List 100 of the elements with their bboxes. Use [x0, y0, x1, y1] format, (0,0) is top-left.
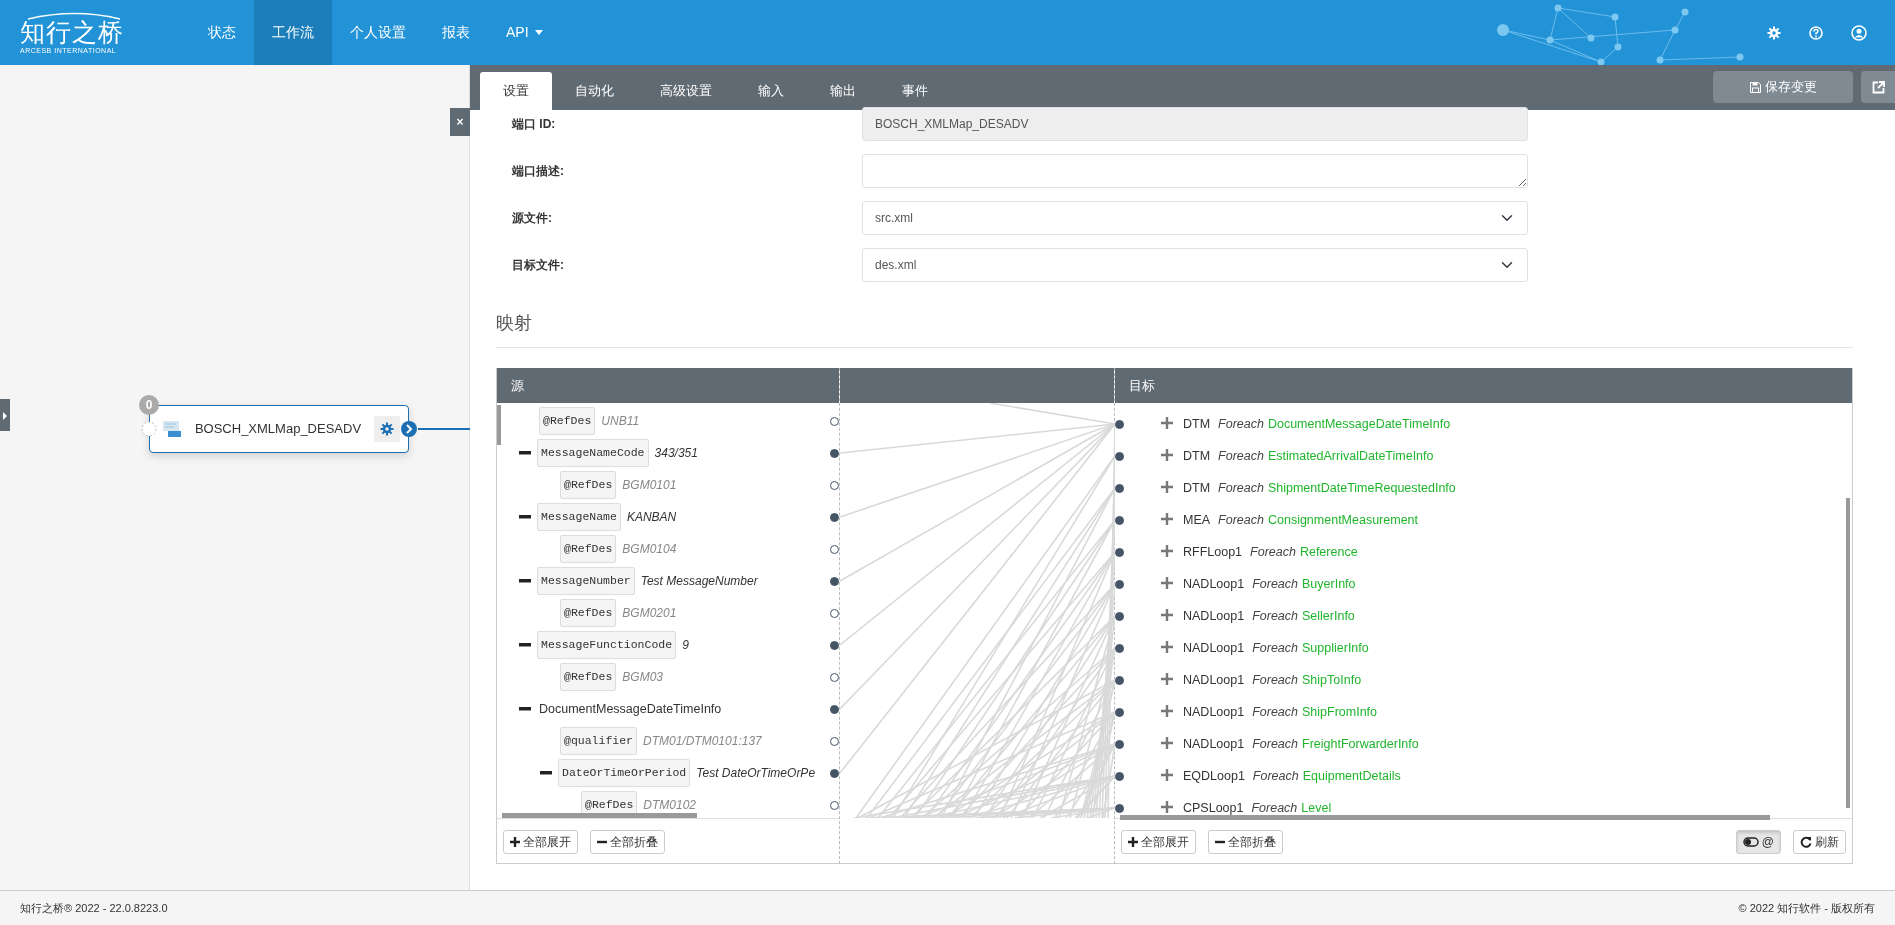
- text-field[interactable]: BOSCH_XMLMap_DESADV: [862, 106, 1528, 141]
- nav-item[interactable]: 工作流: [254, 0, 332, 65]
- nav-item[interactable]: 个人设置: [332, 0, 424, 65]
- footer-copyright: © 2022 知行软件 - 版权所有: [1738, 900, 1875, 916]
- connector-dot[interactable]: [830, 672, 839, 682]
- connector-dot[interactable]: [830, 736, 839, 746]
- connector-dot[interactable]: [1115, 643, 1124, 653]
- expand-icon[interactable]: [1161, 801, 1175, 815]
- expand-icon[interactable]: [1161, 577, 1175, 591]
- element-name: DocumentMessageDateTimeInfo: [539, 700, 722, 718]
- expand-icon[interactable]: [1161, 481, 1175, 495]
- connector-dot[interactable]: [830, 512, 839, 522]
- attribute-tag: @RefDes: [560, 535, 617, 563]
- connector-dot[interactable]: [1115, 707, 1124, 717]
- source-link[interactable]: Level: [1301, 798, 1332, 818]
- connector-dot[interactable]: [1115, 419, 1124, 429]
- plus-icon: [1128, 836, 1138, 847]
- connector-dot[interactable]: [830, 768, 839, 778]
- scrollbar-thumb[interactable]: [1846, 498, 1850, 808]
- element-name: NADLoop1: [1183, 639, 1245, 657]
- connector-dot[interactable]: [1115, 579, 1124, 589]
- nav-item[interactable]: 状态: [190, 0, 254, 65]
- expand-icon[interactable]: [1161, 417, 1175, 431]
- save-button[interactable]: 保存变更: [1713, 71, 1853, 103]
- settings-icon[interactable]: [1767, 25, 1781, 40]
- source-link[interactable]: EstimatedArrivalDateTimeInfo: [1267, 446, 1434, 466]
- source-link[interactable]: ShipFromInfo: [1302, 702, 1378, 722]
- toggle-icon: [1742, 836, 1759, 847]
- element-name: DTM: [1183, 479, 1211, 497]
- output-port-icon[interactable]: [400, 420, 418, 438]
- source-link[interactable]: FreightForwarderInfo: [1302, 734, 1419, 754]
- connector-dot[interactable]: [830, 544, 839, 554]
- scrollbar-thumb[interactable]: [502, 813, 697, 818]
- input-port-icon[interactable]: [141, 421, 157, 437]
- source-link[interactable]: BuyerInfo: [1302, 574, 1356, 594]
- expand-icon[interactable]: [1161, 769, 1175, 783]
- connector-dot[interactable]: [830, 480, 839, 490]
- nav-item[interactable]: 报表: [424, 0, 488, 65]
- connector-dot[interactable]: [1115, 611, 1124, 621]
- connector-dot[interactable]: [830, 608, 839, 618]
- expand-all-button[interactable]: 全部展开: [1121, 829, 1196, 854]
- source-link[interactable]: ConsignmentMeasurement: [1267, 510, 1419, 530]
- expand-icon[interactable]: [1161, 513, 1175, 527]
- expand-icon[interactable]: [1161, 673, 1175, 687]
- connector-dot[interactable]: [1115, 547, 1124, 557]
- collapse-all-button[interactable]: 全部折叠: [590, 829, 665, 854]
- tab[interactable]: 高级设置: [637, 72, 735, 110]
- expand-icon[interactable]: [1161, 641, 1175, 655]
- source-link[interactable]: EquipmentDetails: [1302, 766, 1401, 786]
- scrollbar-thumb[interactable]: [497, 405, 501, 445]
- close-button[interactable]: ×: [450, 108, 470, 136]
- arrow-icon: [2, 411, 8, 420]
- external-link-button[interactable]: [1861, 71, 1895, 103]
- connector-dot[interactable]: [1115, 739, 1124, 749]
- collapse-all-button[interactable]: 全部折叠: [1208, 829, 1283, 854]
- tab[interactable]: 设置: [480, 72, 552, 110]
- tab[interactable]: 输入: [735, 72, 807, 110]
- connector-dot[interactable]: [830, 416, 839, 426]
- expand-icon[interactable]: [1161, 449, 1175, 463]
- connector-dot[interactable]: [1115, 675, 1124, 685]
- tab[interactable]: 自动化: [552, 72, 637, 110]
- connector-dot[interactable]: [1115, 451, 1124, 461]
- connector-dot[interactable]: [830, 800, 839, 810]
- refresh-button[interactable]: 刷新: [1793, 829, 1846, 854]
- external-link-icon: [1871, 80, 1885, 94]
- refresh-icon: [1800, 835, 1812, 848]
- expand-handle[interactable]: [0, 399, 10, 431]
- scrollbar-thumb[interactable]: [1120, 815, 1770, 820]
- help-icon[interactable]: [1809, 25, 1823, 40]
- toggle-button[interactable]: @: [1735, 829, 1781, 854]
- settings-button[interactable]: [374, 416, 400, 442]
- expand-icon[interactable]: [1161, 545, 1175, 559]
- source-link[interactable]: ShipToInfo: [1302, 670, 1362, 690]
- source-link[interactable]: SellerInfo: [1302, 606, 1355, 626]
- source-link[interactable]: SupplierInfo: [1302, 638, 1369, 658]
- element-value: Test DateOrTimeOrPe: [696, 765, 816, 782]
- dropdown-field[interactable]: des.xml: [862, 247, 1528, 282]
- source-link[interactable]: ShipmentDateTimeRequestedInfo: [1267, 478, 1456, 498]
- user-icon[interactable]: [1851, 24, 1867, 41]
- connector-dot[interactable]: [1115, 803, 1124, 813]
- connector-dot[interactable]: [830, 640, 839, 650]
- connector-dot[interactable]: [830, 448, 839, 458]
- expand-icon[interactable]: [1161, 737, 1175, 751]
- element-value: 9: [682, 637, 689, 654]
- connector-dot[interactable]: [1115, 483, 1124, 493]
- dropdown-field[interactable]: src.xml: [862, 200, 1528, 235]
- connector-dot[interactable]: [1115, 771, 1124, 781]
- connector-dot[interactable]: [830, 576, 839, 586]
- connector-dot[interactable]: [1115, 515, 1124, 525]
- source-link[interactable]: DocumentMessageDateTimeInfo: [1267, 414, 1451, 434]
- element-tag: MessageName: [537, 503, 621, 531]
- attribute-value: BGM03: [622, 669, 663, 686]
- connector-dot[interactable]: [830, 704, 839, 714]
- footer-version: 知行之桥® 2022 - 22.0.8223.0: [20, 900, 168, 916]
- expand-all-button[interactable]: 全部展开: [503, 829, 578, 854]
- source-link[interactable]: Reference: [1299, 542, 1358, 562]
- nav-item[interactable]: API: [488, 0, 561, 65]
- loop-keyword: Foreach: [1218, 479, 1264, 497]
- expand-icon[interactable]: [1161, 705, 1175, 719]
- expand-icon[interactable]: [1161, 609, 1175, 623]
